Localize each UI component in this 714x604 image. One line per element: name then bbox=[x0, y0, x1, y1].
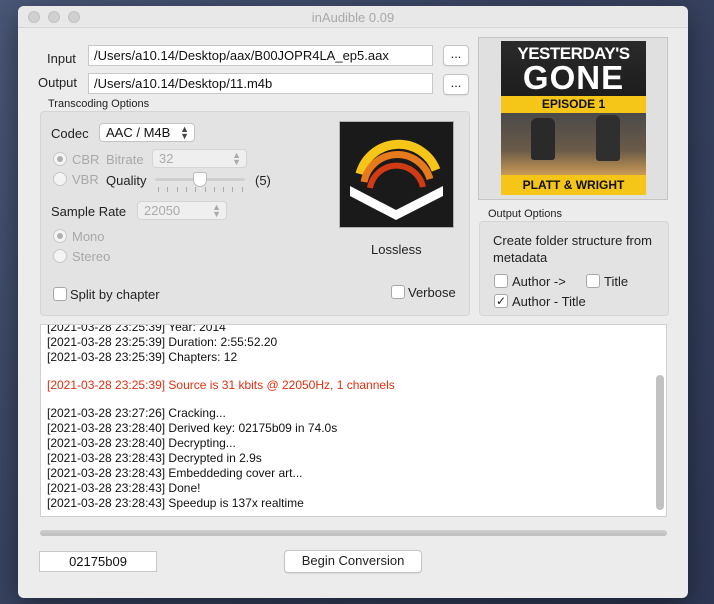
slider-tick bbox=[241, 187, 243, 192]
transcoding-options-group: Codec AAC / M4B ▲ ▼ CBR Bitrate 32 ▲ ▼ VBR… bbox=[40, 111, 470, 316]
lossless-chevron-icon bbox=[350, 139, 443, 220]
slider-tick bbox=[176, 187, 178, 192]
sample-rate-select[interactable]: 22050 ▲ ▼ bbox=[137, 201, 227, 220]
log-line: [2021-03-28 23:28:43] Speedup is 137x re… bbox=[47, 496, 304, 510]
slider-tick bbox=[223, 187, 225, 192]
cbr-label: CBR bbox=[72, 152, 100, 167]
cover-boot-left bbox=[531, 118, 555, 160]
cover-title-line2: GONE bbox=[522, 59, 625, 96]
title-bar: inAudible 0.09 bbox=[18, 6, 688, 28]
author-arrow-checkbox[interactable] bbox=[494, 274, 508, 288]
app-window: inAudible 0.09 Input /Users/a10.14/Deskt… bbox=[18, 6, 688, 598]
codec-select-value: AAC / M4B bbox=[106, 125, 171, 140]
window-title: inAudible 0.09 bbox=[311, 10, 395, 25]
mono-label: Mono bbox=[72, 229, 105, 244]
sample-rate-label: Sample Rate bbox=[51, 204, 127, 219]
cbr-radio[interactable] bbox=[53, 152, 67, 166]
codec-label: Codec bbox=[51, 126, 89, 141]
author-arrow-label: Author -> bbox=[512, 274, 566, 289]
cover-episode-text: EPISODE 1 bbox=[541, 97, 606, 111]
codec-select[interactable]: AAC / M4B ▲ ▼ bbox=[99, 123, 195, 142]
codec-caption: Lossless bbox=[371, 242, 422, 257]
log-line: [2021-03-28 23:27:26] Cracking... bbox=[47, 406, 226, 420]
cover-art-frame[interactable]: YESTERDAY'S GONE EPISODE 1 PLATT & WRIGH… bbox=[478, 37, 668, 200]
log-line: [2021-03-28 23:28:40] Derived key: 02175… bbox=[47, 421, 338, 435]
slider-tick bbox=[195, 187, 197, 192]
verbose-label: Verbose bbox=[408, 285, 456, 300]
quality-slider-ticks bbox=[155, 187, 245, 192]
input-path-field[interactable]: /Users/a10.14/Desktop/aax/B00JOPR4LA_ep5… bbox=[88, 45, 433, 66]
title-label: Title bbox=[604, 274, 629, 289]
sample-rate-select-value: 22050 bbox=[144, 203, 181, 218]
slider-tick bbox=[204, 187, 206, 192]
chevron-updown-icon: ▲ ▼ bbox=[180, 124, 189, 141]
log-scrollbar[interactable] bbox=[656, 375, 664, 510]
output-options-title: Output Options bbox=[488, 208, 562, 220]
lossless-codec-icon bbox=[339, 121, 454, 228]
output-options-group: Create folder structure from metadata Au… bbox=[479, 221, 669, 316]
quality-label: Quality bbox=[106, 173, 147, 188]
log-line: [2021-03-28 23:25:39] Source is 31 kbits… bbox=[47, 378, 395, 392]
log-line: [2021-03-28 23:28:40] Decrypting... bbox=[47, 436, 236, 450]
slider-tick bbox=[232, 187, 234, 192]
input-browse-button[interactable]: ... bbox=[443, 45, 469, 66]
cover-author-band: PLATT & WRIGHT bbox=[501, 175, 646, 195]
slider-tick bbox=[213, 187, 215, 192]
quality-slider-knob[interactable] bbox=[193, 172, 207, 187]
log-line: [2021-03-28 23:28:43] Decrypted in 2.9s bbox=[47, 451, 262, 465]
vbr-label: VBR bbox=[72, 172, 99, 187]
cover-boot-right bbox=[596, 115, 620, 161]
bitrate-label: Bitrate bbox=[106, 152, 144, 167]
input-label: Input bbox=[47, 51, 76, 66]
split-by-chapter-checkbox[interactable] bbox=[53, 287, 67, 301]
activation-key-field[interactable]: 02175b09 bbox=[39, 551, 157, 572]
cover-episode-band: EPISODE 1 bbox=[501, 96, 646, 113]
stereo-radio[interactable] bbox=[53, 249, 67, 263]
bitrate-select[interactable]: 32 ▲ ▼ bbox=[152, 149, 247, 168]
begin-conversion-button[interactable]: Begin Conversion bbox=[284, 550, 422, 573]
conversion-progress-bar bbox=[40, 530, 667, 536]
log-line: [2021-03-28 23:28:43] Done! bbox=[47, 481, 201, 495]
cover-road-image bbox=[501, 113, 646, 175]
cover-art: YESTERDAY'S GONE EPISODE 1 PLATT & WRIGH… bbox=[501, 41, 646, 195]
folder-structure-text: Create folder structure from metadata bbox=[493, 233, 652, 265]
author-title-label: Author - Title bbox=[512, 294, 586, 309]
output-browse-button[interactable]: ... bbox=[443, 74, 469, 95]
stereo-label: Stereo bbox=[72, 249, 111, 264]
quality-slider[interactable] bbox=[155, 172, 245, 198]
log-line: [2021-03-28 23:25:39] Chapters: 12 bbox=[47, 350, 238, 364]
title-checkbox[interactable] bbox=[586, 274, 600, 288]
verbose-checkbox[interactable] bbox=[391, 285, 405, 299]
output-label: Output bbox=[38, 75, 78, 90]
output-path-field[interactable]: /Users/a10.14/Desktop/11.m4b bbox=[88, 73, 433, 94]
bitrate-select-value: 32 bbox=[159, 151, 174, 166]
log-line: [2021-03-28 23:25:39] Duration: 2:55:52.… bbox=[47, 335, 278, 349]
chevron-updown-icon: ▲ ▼ bbox=[212, 202, 221, 219]
mono-radio[interactable] bbox=[53, 229, 67, 243]
vbr-radio[interactable] bbox=[53, 172, 67, 186]
quality-value: (5) bbox=[255, 173, 271, 188]
transcoding-options-title: Transcoding Options bbox=[48, 98, 150, 110]
cover-author-text: PLATT & WRIGHT bbox=[522, 178, 625, 192]
split-by-chapter-label: Split by chapter bbox=[70, 287, 160, 302]
slider-tick bbox=[158, 187, 159, 192]
log-view[interactable]: [2021-03-28 23:25:39] Year: 2014 [2021-03… bbox=[40, 324, 667, 517]
log-line: [2021-03-28 23:25:39] Year: 2014 bbox=[47, 324, 226, 334]
slider-tick bbox=[167, 187, 169, 192]
slider-tick bbox=[185, 187, 187, 192]
log-line: [2021-03-28 23:28:43] Embeddeding cover … bbox=[47, 466, 303, 480]
author-title-checkbox[interactable]: ✓ bbox=[494, 294, 508, 308]
chevron-updown-icon: ▲ ▼ bbox=[232, 150, 241, 167]
